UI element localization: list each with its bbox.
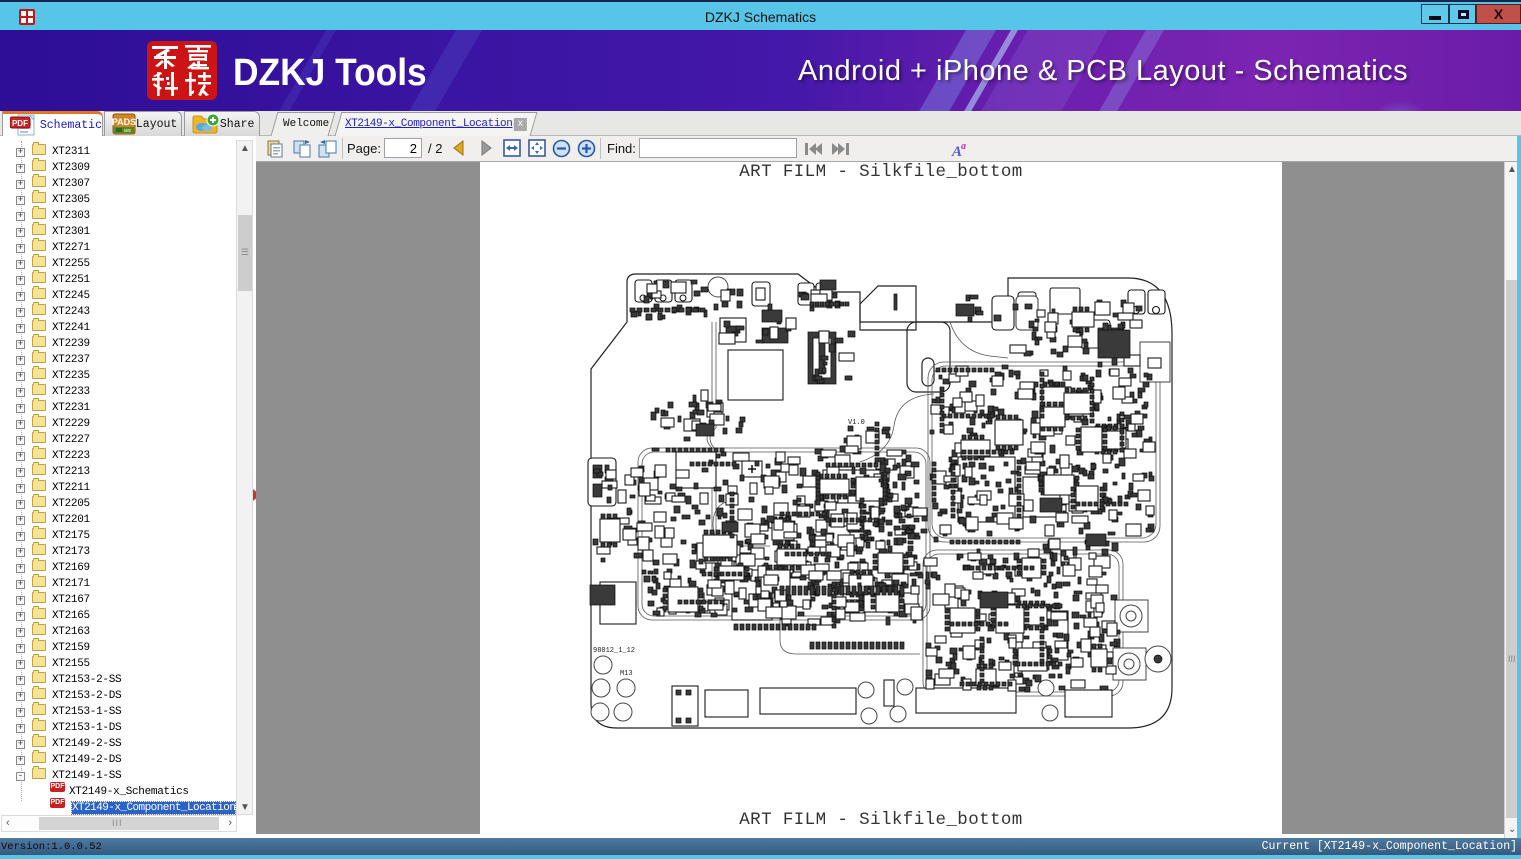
svg-text:PADS: PADS xyxy=(112,117,136,127)
svg-text:98012_1_12: 98012_1_12 xyxy=(593,647,635,655)
svg-text:M13: M13 xyxy=(620,670,633,678)
svg-text:a: a xyxy=(961,141,966,152)
svg-text:PDF: PDF xyxy=(12,119,28,128)
